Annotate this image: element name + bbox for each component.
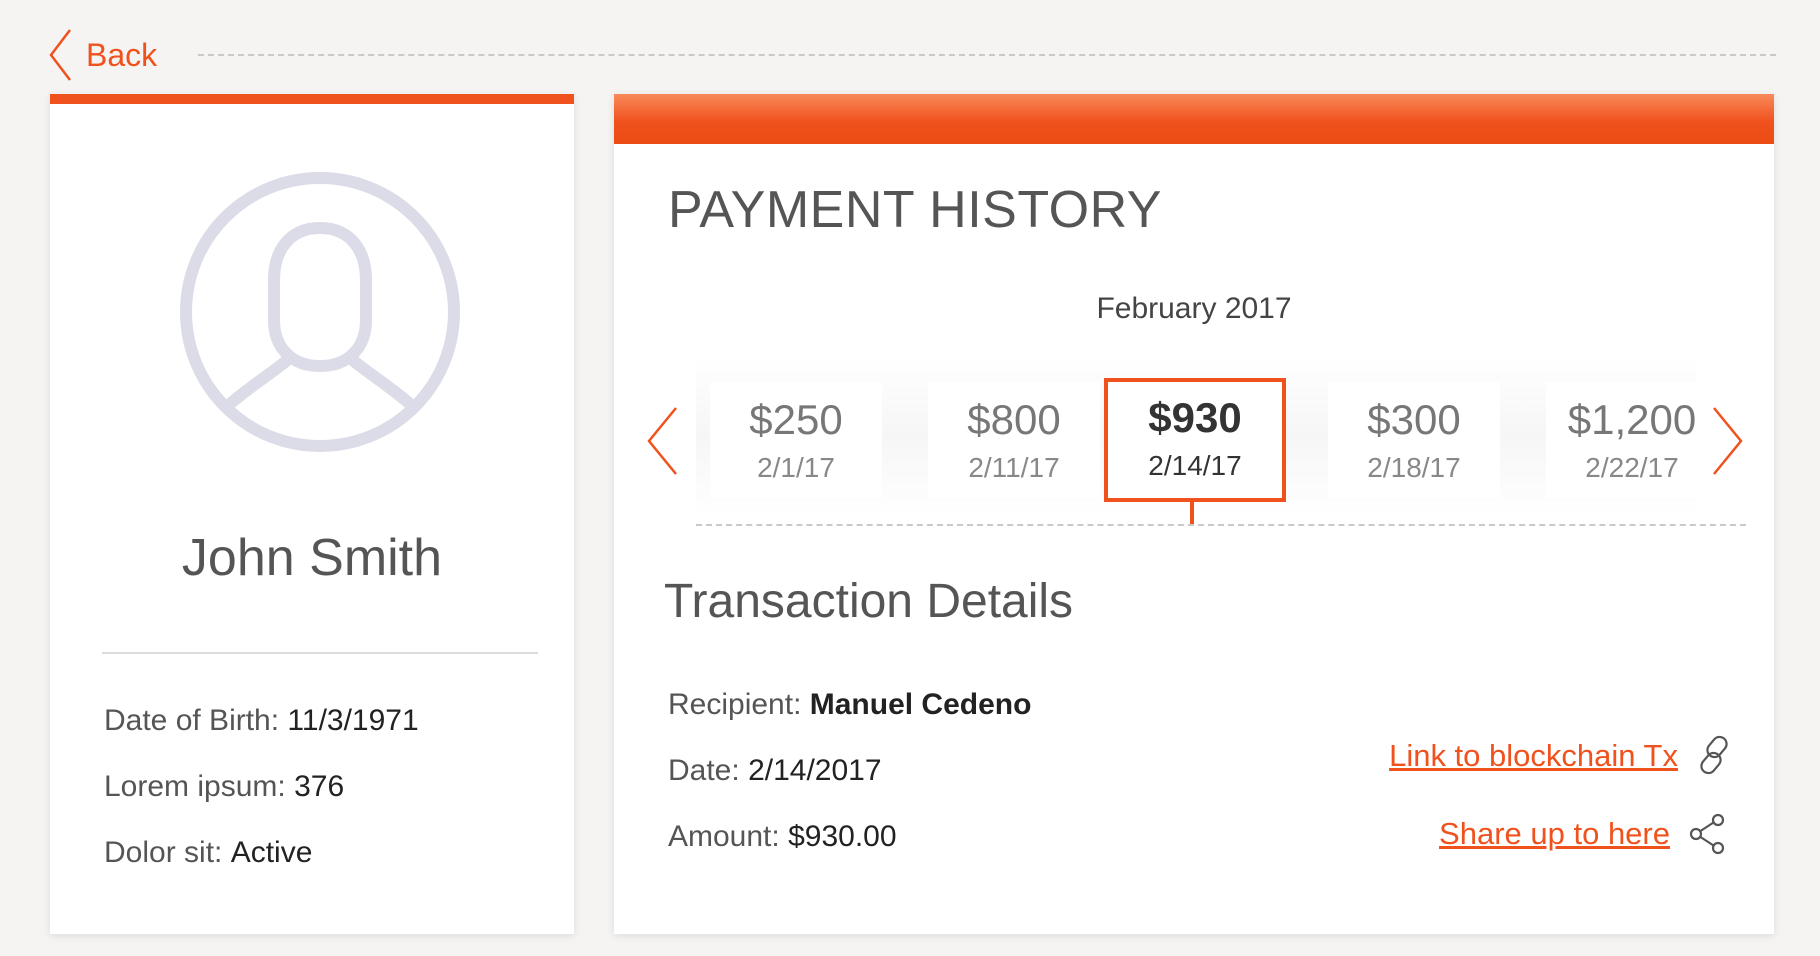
info-value: 11/3/1971 — [287, 704, 419, 737]
info-value: 376 — [294, 770, 345, 803]
blockchain-link[interactable]: Link to blockchain Tx — [1389, 734, 1736, 778]
payment-amount: $250 — [749, 396, 843, 443]
detail-label: Amount: — [668, 820, 780, 853]
payment-history-title: PAYMENT HISTORY — [668, 181, 1162, 239]
detail-value: 2/14/2017 — [748, 754, 882, 787]
info-row-status: Dolor sit: Active — [104, 836, 312, 870]
payment-date: 2/22/17 — [1585, 452, 1679, 483]
info-label: Lorem ipsum: — [104, 770, 286, 803]
transaction-details-title: Transaction Details — [664, 575, 1074, 628]
profile-card: John Smith Date of Birth: 11/3/1971 Lore… — [50, 94, 574, 934]
selected-indicator — [1190, 502, 1194, 524]
info-row-dob: Date of Birth: 11/3/1971 — [104, 704, 419, 738]
carousel-divider — [696, 524, 1746, 526]
detail-amount: Amount: $930.00 — [668, 820, 897, 854]
chevron-left-icon[interactable] — [644, 404, 680, 478]
payment-date: 2/1/17 — [757, 452, 835, 483]
info-row-lorem: Lorem ipsum: 376 — [104, 770, 344, 804]
share-link[interactable]: Share up to here — [1439, 812, 1728, 856]
share-link-label: Share up to here — [1439, 816, 1670, 851]
profile-divider — [102, 652, 538, 654]
info-value: Active — [230, 836, 313, 869]
payment-amount: $930 — [1148, 394, 1242, 441]
back-label: Back — [86, 36, 158, 73]
payment-item[interactable]: $250 2/1/17 — [710, 382, 882, 498]
payment-amount: $300 — [1367, 396, 1461, 443]
detail-value: Manuel Cedeno — [809, 688, 1032, 721]
blockchain-link-label: Link to blockchain Tx — [1389, 738, 1678, 773]
detail-value: $930.00 — [788, 820, 897, 853]
profile-name: John Smith — [181, 529, 443, 587]
payment-item[interactable]: $300 2/18/17 — [1328, 382, 1500, 498]
detail-label: Recipient: — [668, 688, 802, 721]
info-label: Date of Birth: — [104, 704, 280, 737]
detail-date: Date: 2/14/2017 — [668, 754, 882, 788]
payment-date: 2/14/17 — [1148, 450, 1242, 481]
back-button[interactable]: Back — [48, 28, 157, 82]
payment-card: PAYMENT HISTORY February 2017 $250 2/1/1… — [614, 94, 1774, 934]
payment-amount: $800 — [967, 396, 1061, 443]
info-label: Dolor sit: — [104, 836, 223, 869]
chevron-left-icon — [49, 29, 71, 81]
payment-header-bar — [614, 94, 1774, 144]
detail-label: Date: — [668, 754, 740, 787]
month-label: February 2017 — [1096, 292, 1292, 325]
payment-item-selected[interactable]: $930 2/14/17 — [1104, 378, 1286, 502]
payment-amount: $1,200 — [1567, 396, 1697, 443]
payment-date: 2/18/17 — [1367, 452, 1461, 483]
link-icon — [1700, 735, 1728, 775]
top-divider — [198, 54, 1776, 56]
payment-item[interactable]: $1,200 2/22/17 — [1546, 382, 1718, 498]
detail-recipient: Recipient: Manuel Cedeno — [668, 688, 1031, 722]
chevron-right-icon[interactable] — [1710, 404, 1746, 478]
payment-date: 2/11/17 — [968, 452, 1060, 483]
payment-item[interactable]: $800 2/11/17 — [928, 382, 1100, 498]
user-avatar-icon — [180, 172, 460, 452]
share-icon — [1689, 813, 1725, 855]
